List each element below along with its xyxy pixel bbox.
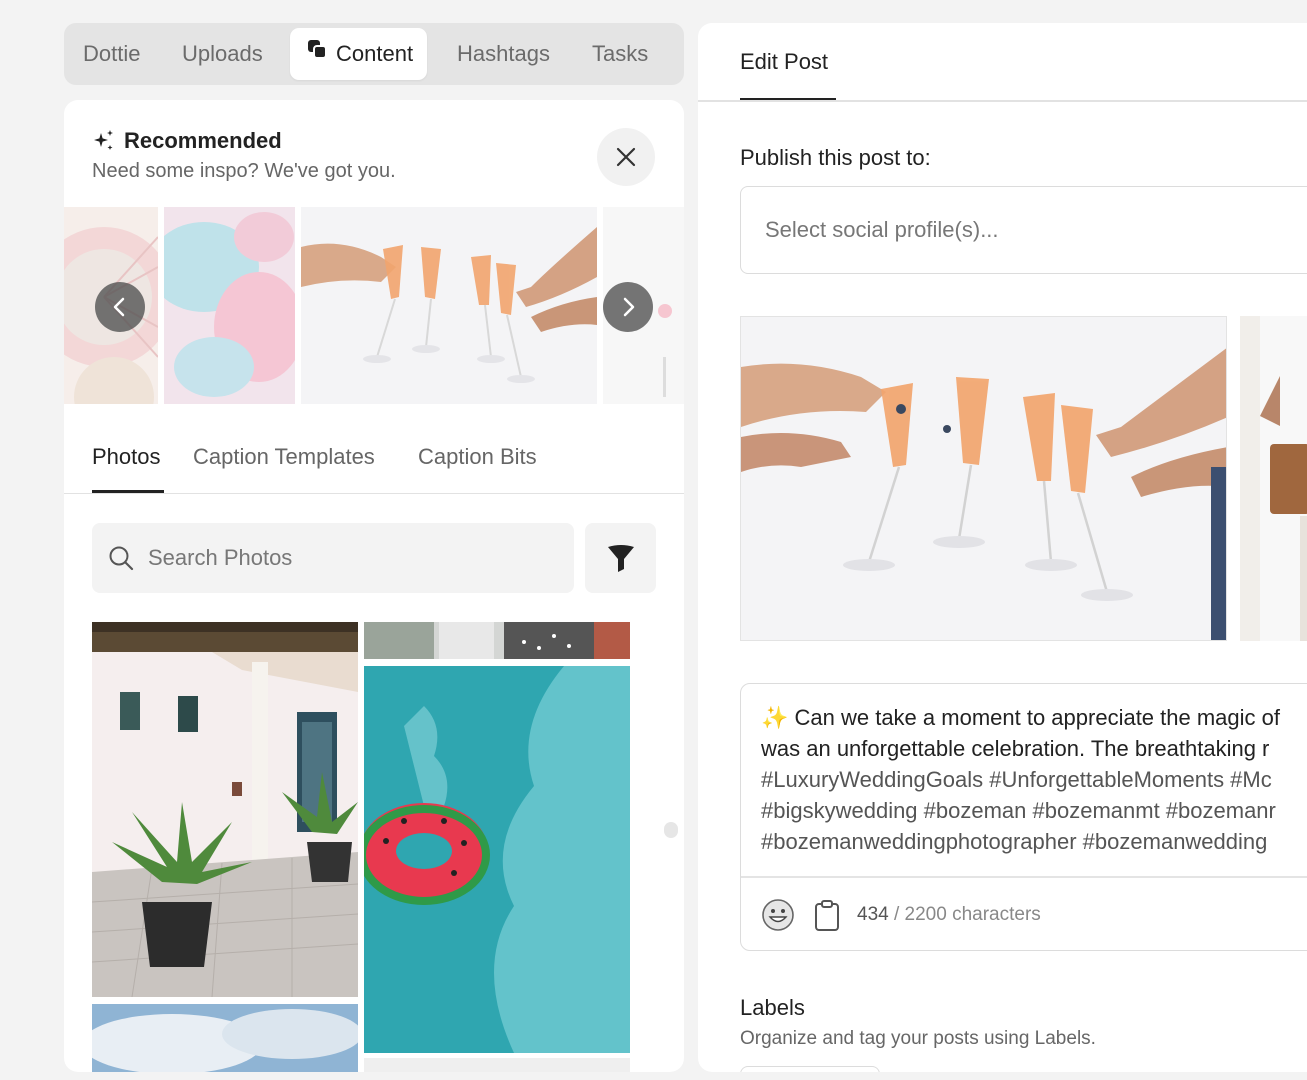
tab-hashtags[interactable]: Hashtags bbox=[457, 28, 550, 80]
clipboard-button[interactable] bbox=[814, 900, 840, 937]
caption-editor[interactable]: ✨ Can we take a moment to appreciate the… bbox=[740, 683, 1307, 951]
edit-post-panel: Edit Post Publish this post to: Select s… bbox=[698, 23, 1307, 1072]
recommended-header: Recommended Need some inspo? We've got y… bbox=[92, 128, 396, 183]
app-root: Dottie Uploads Content Hashtags Tasks Re… bbox=[0, 0, 1307, 1080]
tab-caption-templates[interactable]: Caption Templates bbox=[193, 444, 375, 470]
recommended-subtitle: Need some inspo? We've got you. bbox=[92, 160, 396, 182]
funnel-icon bbox=[607, 545, 634, 572]
tab-content[interactable]: Content bbox=[290, 27, 428, 80]
sparkles-icon bbox=[94, 130, 113, 150]
search-icon bbox=[109, 546, 134, 571]
close-icon bbox=[616, 147, 636, 167]
post-media-champagne[interactable] bbox=[740, 316, 1227, 641]
top-tab-bar: Dottie Uploads Content Hashtags Tasks bbox=[64, 23, 684, 85]
tab-edit-post[interactable]: Edit Post bbox=[740, 49, 828, 75]
character-limit: / 2200 characters bbox=[893, 904, 1041, 925]
profile-select-placeholder: Select social profile(s)... bbox=[765, 217, 999, 242]
stacked-squares-icon bbox=[306, 27, 328, 79]
photo-partial[interactable] bbox=[364, 1058, 630, 1072]
close-recommended-button[interactable] bbox=[597, 128, 655, 186]
photo-patio[interactable] bbox=[92, 622, 358, 997]
content-tab-bar: Photos Caption Templates Caption Bits bbox=[64, 430, 684, 494]
tab-uploads[interactable]: Uploads bbox=[182, 28, 263, 80]
photo-sky[interactable] bbox=[92, 1004, 358, 1072]
photo-search-box bbox=[92, 523, 574, 593]
caption-line: ✨ Can we take a moment to appreciate the… bbox=[761, 705, 1280, 730]
clipboard-icon bbox=[815, 900, 839, 931]
divider bbox=[698, 100, 1307, 102]
caption-footer-divider bbox=[741, 876, 1307, 878]
carousel-prev-button[interactable] bbox=[95, 282, 145, 332]
labels-title: Labels bbox=[740, 995, 805, 1020]
active-tab-indicator bbox=[92, 490, 164, 493]
content-panel: Recommended Need some inspo? We've got y… bbox=[64, 100, 684, 1072]
recommended-carousel bbox=[64, 207, 684, 404]
labels-subtitle: Organize and tag your posts using Labels… bbox=[740, 1028, 1096, 1049]
carousel-next-button[interactable] bbox=[603, 282, 653, 332]
caption-text[interactable]: ✨ Can we take a moment to appreciate the… bbox=[761, 702, 1307, 857]
photo-steps[interactable] bbox=[364, 622, 630, 659]
tab-tasks[interactable]: Tasks bbox=[592, 28, 648, 80]
tab-caption-bits[interactable]: Caption Bits bbox=[418, 444, 537, 470]
filter-button[interactable] bbox=[585, 523, 656, 593]
publish-label: Publish this post to: bbox=[740, 145, 931, 170]
social-profile-select[interactable]: Select social profile(s)... bbox=[740, 186, 1307, 274]
character-count-value: 434 bbox=[857, 904, 889, 925]
caption-hashtags: #LuxuryWeddingGoals #UnforgettableMoment… bbox=[761, 767, 1272, 792]
carousel-image-watercolor[interactable] bbox=[149, 207, 304, 404]
search-input[interactable] bbox=[148, 523, 558, 593]
carousel-image-champagne-toast[interactable] bbox=[301, 207, 597, 404]
caption-hashtags: #bigskywedding #bozeman #bozemanmt #boze… bbox=[761, 798, 1276, 823]
recommended-title: Recommended bbox=[124, 128, 282, 153]
chevron-right-icon bbox=[623, 297, 635, 317]
photo-pool-float[interactable] bbox=[364, 666, 630, 1053]
tab-photos[interactable]: Photos bbox=[92, 444, 161, 470]
caption-hashtags: #bozemanweddingphotographer #bozemanwedd… bbox=[761, 829, 1268, 854]
labels-selector[interactable] bbox=[740, 1066, 880, 1072]
tab-content-label: Content bbox=[336, 41, 414, 66]
character-count: 434 / 2200 characters bbox=[857, 904, 1041, 926]
tab-dottie[interactable]: Dottie bbox=[83, 28, 140, 80]
caption-line: was an unforgettable celebration. The br… bbox=[761, 736, 1270, 761]
smiley-icon bbox=[762, 899, 794, 931]
photo-grid-scrollbar[interactable] bbox=[664, 822, 678, 838]
post-media-second[interactable] bbox=[1240, 316, 1307, 641]
emoji-button[interactable] bbox=[761, 898, 795, 937]
chevron-left-icon bbox=[113, 297, 125, 317]
